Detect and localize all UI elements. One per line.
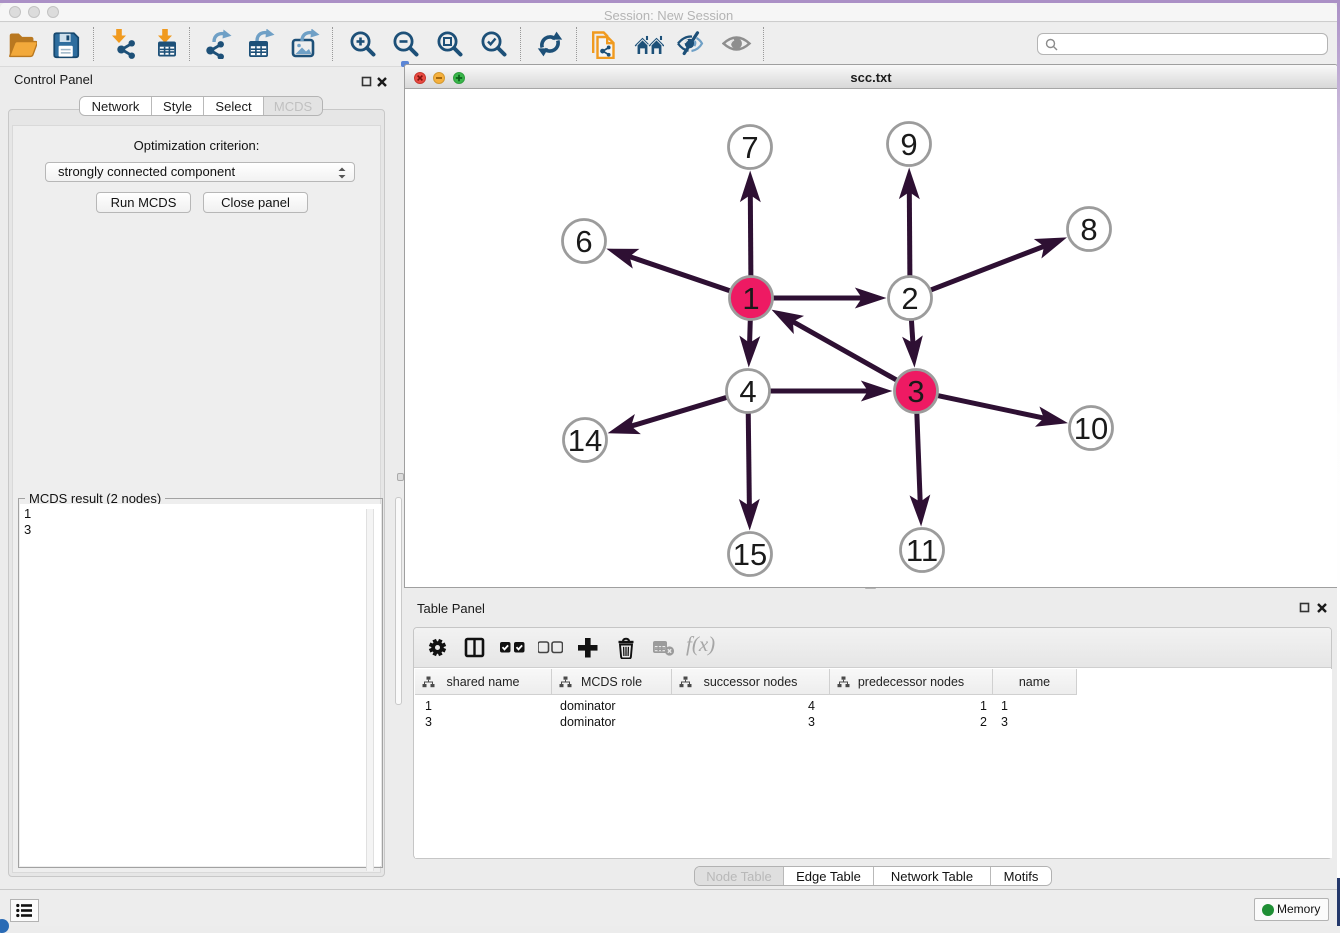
svg-text:14: 14	[568, 423, 602, 458]
svg-text:7: 7	[741, 130, 758, 165]
svg-text:8: 8	[1080, 212, 1097, 247]
svg-text:4: 4	[739, 374, 756, 409]
svg-text:3: 3	[907, 374, 924, 409]
svg-text:9: 9	[900, 127, 917, 162]
svg-text:2: 2	[901, 281, 918, 316]
svg-text:10: 10	[1074, 411, 1108, 446]
svg-text:15: 15	[733, 537, 767, 572]
svg-text:11: 11	[906, 533, 938, 568]
svg-text:6: 6	[575, 224, 592, 259]
svg-text:1: 1	[742, 281, 759, 316]
